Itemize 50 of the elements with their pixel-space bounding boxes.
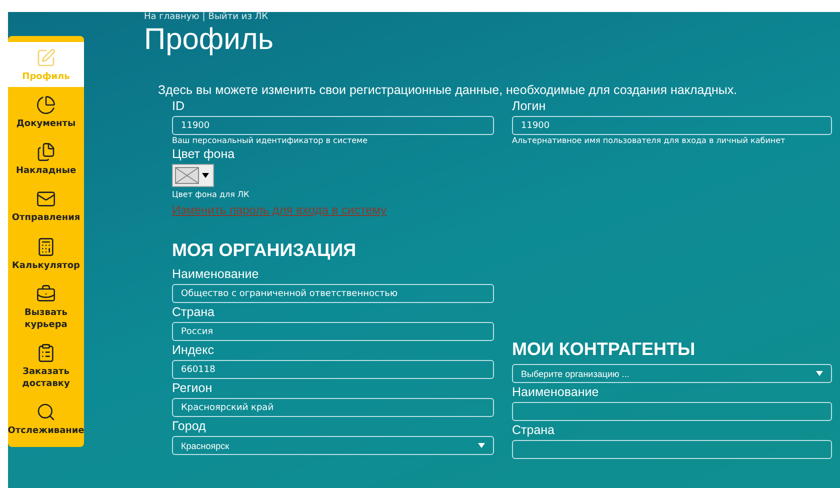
- field-label: Страна: [172, 305, 216, 319]
- intro-text: Здесь вы можете изменить свои регистрационные данные, необходимые для создания накладных.: [158, 83, 738, 97]
- sidebar-item[interactable]: Заказать доставку: [8, 336, 84, 394]
- envelope-icon: [36, 189, 56, 210]
- home-link[interactable]: На главную: [144, 12, 200, 23]
- input-field[interactable]: Россия: [172, 322, 494, 341]
- field-label: ID: [172, 99, 186, 113]
- field-label: Наименование: [512, 385, 600, 399]
- sidebar-item[interactable]: Калькулятор: [8, 230, 84, 276]
- field-hint: Цвет фона для ЛК: [172, 190, 250, 199]
- briefcase-icon: [36, 284, 56, 304]
- field-label: Индекс: [172, 343, 215, 357]
- input-field[interactable]: 11900: [172, 116, 494, 135]
- page-title: Профиль: [144, 23, 275, 57]
- caret-icon: [478, 443, 485, 448]
- field-hint: Альтернативное имя пользователя для входа в личный кабинет: [512, 136, 786, 145]
- input-field[interactable]: 660118: [172, 360, 494, 379]
- field-label: Страна: [512, 423, 556, 437]
- section-heading: МОИ КОНТРАГЕНТЫ: [512, 339, 696, 360]
- sidebar-item[interactable]: Документы: [8, 89, 84, 134]
- separator: |: [202, 12, 206, 23]
- caret-icon: [816, 371, 823, 376]
- pie-chart-icon: [36, 95, 56, 116]
- select-field[interactable]: Выберите организацию ...: [512, 364, 832, 383]
- field-label: Логин: [512, 99, 547, 113]
- logout-link[interactable]: Выйти из ЛК: [208, 12, 268, 23]
- sidebar-item[interactable]: Отслеживание: [8, 396, 84, 442]
- field-hint: Ваш персональный идентификатор в системе: [172, 136, 369, 145]
- search-icon: [36, 402, 56, 422]
- field-label: Город: [172, 419, 207, 433]
- color-picker[interactable]: [172, 164, 214, 187]
- sidebar-item[interactable]: Вызвать курьера: [8, 278, 84, 335]
- edit-icon: [36, 48, 56, 68]
- sidebar-item[interactable]: Накладные: [8, 136, 84, 182]
- calculator-icon: [36, 236, 56, 257]
- input-field[interactable]: Общество с ограниченной ответственностью: [172, 284, 494, 303]
- documents-icon: [36, 142, 56, 162]
- input-field[interactable]: [512, 440, 832, 459]
- input-field[interactable]: [512, 402, 832, 421]
- select-field[interactable]: Красноярск: [172, 436, 494, 455]
- field-label: Наименование: [172, 267, 260, 281]
- caret-icon: [202, 173, 209, 178]
- empty-color-icon: [175, 167, 199, 184]
- input-field[interactable]: Красноярский край: [172, 398, 494, 417]
- field-label: Регион: [172, 381, 214, 395]
- section-heading: МОЯ ОРГАНИЗАЦИЯ: [172, 240, 358, 261]
- clipboard-icon: [36, 342, 56, 363]
- sidebar-item[interactable]: Отправления: [8, 183, 84, 229]
- input-field[interactable]: 11900: [512, 116, 832, 135]
- field-label: Цвет фона: [172, 147, 236, 161]
